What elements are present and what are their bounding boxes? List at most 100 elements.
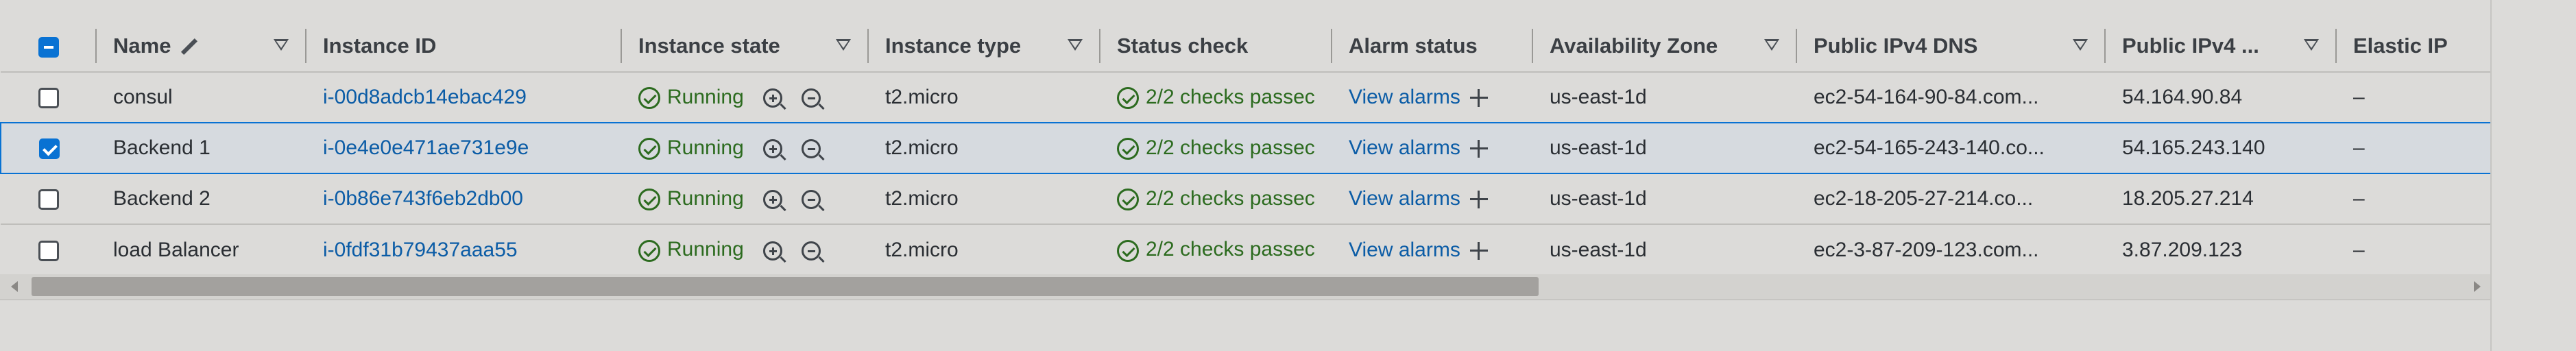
pencil-icon[interactable] [178,36,197,56]
column-header-label: Name [113,34,171,58]
table-row[interactable]: Backend 2 i-0b86e743f6eb2db00 Running t2… [1,173,2491,224]
sort-caret-icon[interactable] [274,39,289,51]
column-header-label: Instance state [638,34,780,58]
status-label: 2/2 checks passec [1146,136,1315,159]
sort-caret-icon[interactable] [836,39,851,51]
cell-status-check: 2/2 checks passec [1100,71,1332,123]
table-body: consul i-00d8adcb14ebac429 Running t2.mi… [0,71,2492,275]
view-alarms-link[interactable]: View alarms [1349,187,1460,210]
zoom-out-icon[interactable] [802,241,821,261]
column-header-label: Public IPv4 ... [2122,34,2259,58]
column-header-elastic-ip[interactable]: Elastic IP [2337,21,2491,72]
select-all-header [1,21,97,72]
check-circle-icon [1117,239,1139,262]
sort-caret-icon[interactable] [2304,39,2319,51]
row-checkbox[interactable] [38,138,60,160]
column-header-availability-zone[interactable]: Availability Zone [1533,21,1797,72]
cell-elastic-ip: – [2337,122,2492,174]
check-circle-icon [638,87,660,110]
check-circle-icon [1117,87,1139,110]
zoom-in-icon[interactable] [763,241,783,261]
cell-instance-state: Running [622,71,869,123]
column-header-status-check[interactable]: Status check [1100,21,1332,72]
cell-instance-state: Running [622,122,869,174]
zoom-in-icon[interactable] [763,190,783,210]
divider [0,299,2490,300]
cell-public-ip: 3.87.209.123 [2106,223,2337,275]
cell-alarm-status: View alarms [1332,223,1533,275]
status-label: 2/2 checks passec [1146,238,1315,261]
instance-id-link[interactable]: i-0e4e0e471ae731e9e [323,136,529,159]
cell-alarm-status: View alarms [1332,71,1533,123]
zoom-out-icon[interactable] [802,190,821,210]
row-checkbox[interactable] [38,189,59,210]
cell-name: Backend 2 [97,173,306,224]
cell-public-ip: 54.165.243.140 [2106,122,2337,174]
instance-id-link[interactable]: i-0fdf31b79437aaa55 [323,239,518,261]
zoom-in-icon[interactable] [763,139,783,159]
cell-elastic-ip: – [2337,223,2491,275]
cell-availability-zone: us-east-1d [1533,71,1797,123]
plus-icon[interactable] [1469,89,1488,108]
table-row[interactable]: Backend 1 i-0e4e0e471ae731e9e Running t2… [0,122,2492,174]
plus-icon[interactable] [1469,241,1488,260]
table-row[interactable]: load Balancer i-0fdf31b79437aaa55 Runnin… [1,223,2491,275]
table-row[interactable]: consul i-00d8adcb14ebac429 Running t2.mi… [1,71,2491,123]
scrollbar-thumb[interactable] [32,277,1539,296]
scroll-left-icon[interactable] [11,281,18,292]
row-checkbox[interactable] [38,240,59,261]
cell-status-check: 2/2 checks passec [1100,122,1332,174]
cell-instance-state: Running [622,223,869,275]
view-alarms-link[interactable]: View alarms [1349,136,1460,159]
state-label: Running [667,238,744,261]
column-header-public-dns[interactable]: Public IPv4 DNS [1797,21,2106,72]
row-checkbox[interactable] [38,88,59,109]
column-header-label: Instance ID [323,34,437,58]
status-label: 2/2 checks passec [1146,186,1315,210]
cell-instance-state: Running [622,173,869,224]
row-select-cell [1,71,97,123]
cell-name: load Balancer [97,223,306,275]
table-header: Name Instance ID Instance state Instance… [1,21,2491,72]
column-header-instance-state[interactable]: Instance state [622,21,869,72]
cell-availability-zone: us-east-1d [1533,122,1797,174]
view-alarms-link[interactable]: View alarms [1349,239,1460,261]
check-circle-icon [1117,189,1139,211]
view-alarms-link[interactable]: View alarms [1349,86,1460,108]
cell-public-ip: 18.205.27.214 [2106,173,2337,224]
instance-id-link[interactable]: i-00d8adcb14ebac429 [323,86,527,108]
cell-instance-type: t2.micro [869,223,1100,275]
plus-icon[interactable] [1469,191,1488,209]
plus-icon[interactable] [1469,140,1488,158]
check-circle-icon [638,239,660,262]
state-label: Running [667,85,744,108]
status-label: 2/2 checks passec [1146,85,1315,108]
scroll-right-icon[interactable] [2474,281,2481,292]
column-header-label: Elastic IP [2353,34,2448,58]
cell-public-dns: ec2-18-205-27-214.co... [1797,173,2106,224]
state-label: Running [667,136,744,159]
row-select-cell [1,223,97,275]
cell-name: Backend 1 [97,122,306,174]
horizontal-scrollbar[interactable] [0,274,2490,299]
cell-public-dns: ec2-54-165-243-140.co... [1797,122,2106,174]
zoom-out-icon[interactable] [802,88,821,108]
instance-id-link[interactable]: i-0b86e743f6eb2db00 [323,187,523,210]
cell-instance-type: t2.micro [869,173,1100,224]
column-header-alarm-status[interactable]: Alarm status [1332,21,1533,72]
sort-caret-icon[interactable] [1068,39,1083,51]
column-header-instance-type[interactable]: Instance type [869,21,1100,72]
zoom-in-icon[interactable] [763,88,783,108]
cell-instance-id: i-0e4e0e471ae731e9e [306,122,622,174]
column-header-public-ip[interactable]: Public IPv4 ... [2106,21,2337,72]
check-circle-icon [638,138,660,160]
column-header-instance-id[interactable]: Instance ID [306,21,622,72]
column-header-name[interactable]: Name [97,21,306,72]
check-circle-icon [638,189,660,211]
sort-caret-icon[interactable] [2073,39,2088,51]
sort-caret-icon[interactable] [1764,39,1779,51]
zoom-out-icon[interactable] [802,139,821,159]
instances-table: Name Instance ID Instance state Instance… [0,21,2492,275]
state-label: Running [667,186,744,210]
select-all-checkbox[interactable] [38,36,59,58]
